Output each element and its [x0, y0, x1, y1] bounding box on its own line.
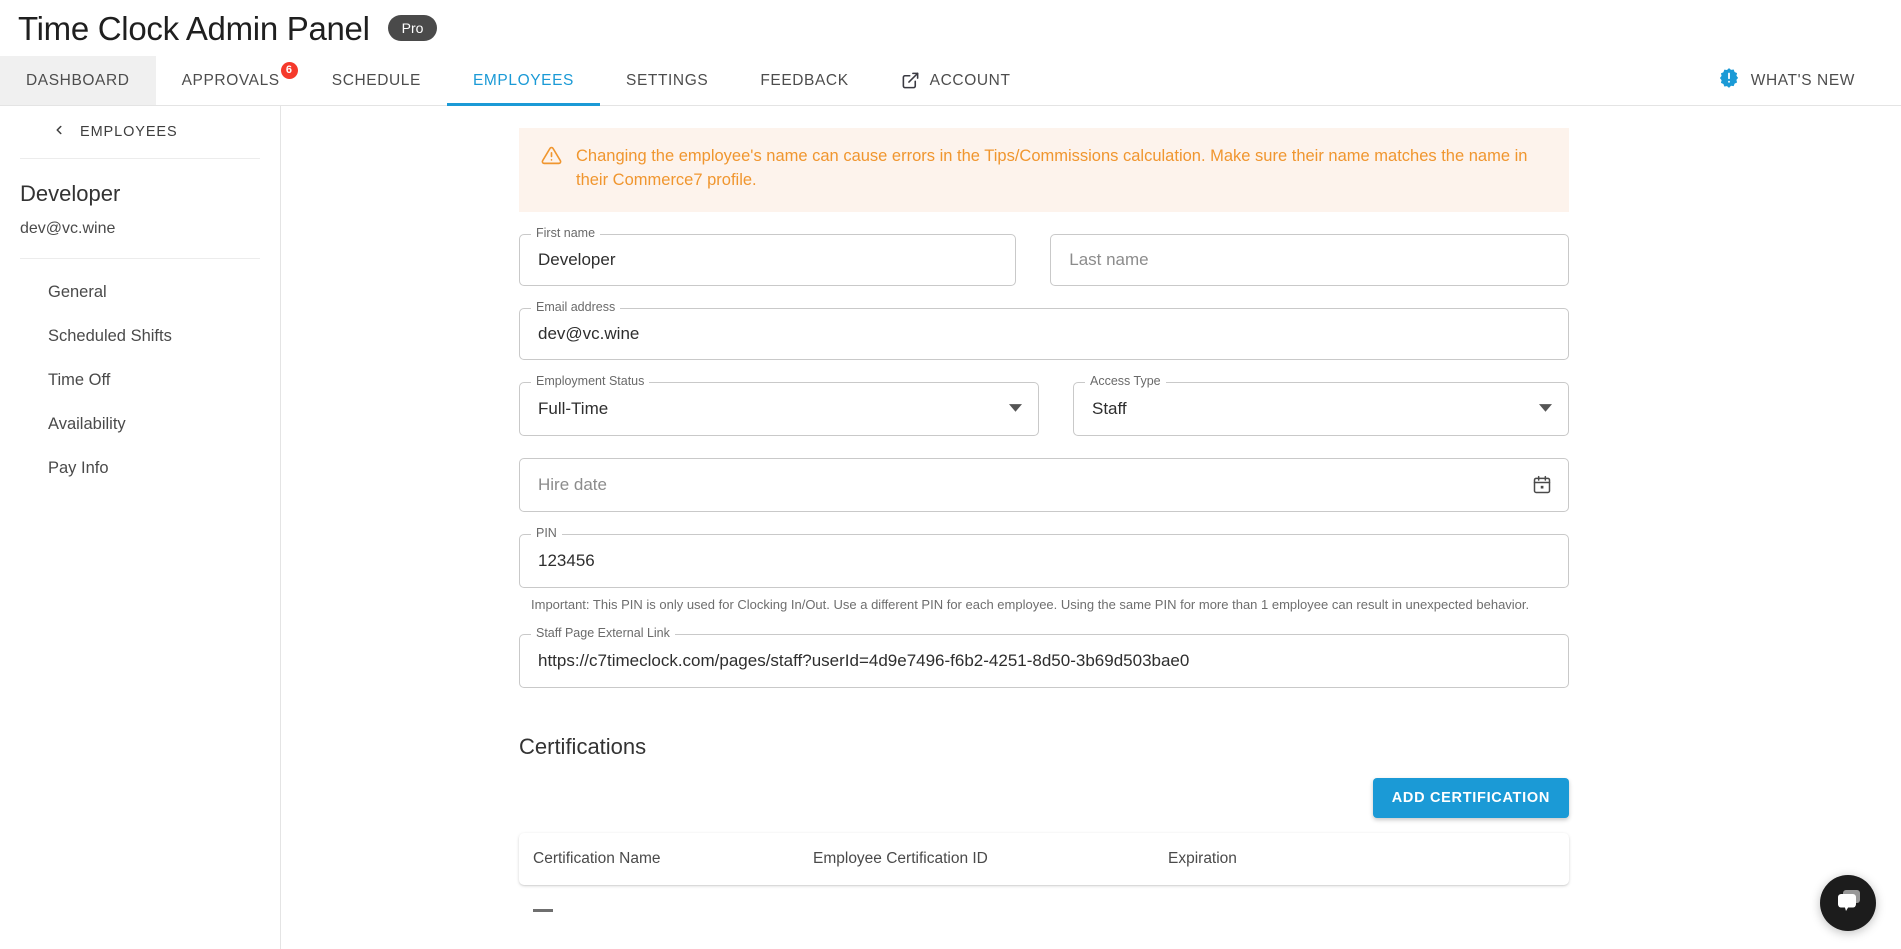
column-header-employee-certification-id: Employee Certification ID	[813, 849, 988, 867]
employment-status-select[interactable]: Employment Status Full-Time	[519, 375, 1039, 436]
sidebar-item-label: General	[48, 282, 107, 301]
sidebar-item-label: Time Off	[48, 370, 111, 389]
hire-date-row: Hire date	[519, 457, 1569, 512]
certifications-table: Certification Name Employee Certificatio…	[519, 832, 1569, 885]
table-header-row: Certification Name Employee Certificatio…	[519, 833, 1569, 885]
external-link-icon	[901, 71, 920, 90]
certifications-heading: Certifications	[519, 733, 647, 759]
tab-label: SCHEDULE	[331, 71, 421, 89]
back-to-employees-button[interactable]: EMPLOYEES	[0, 106, 280, 158]
warning-triangle-icon	[541, 145, 562, 171]
tab-settings[interactable]: SETTINGS	[600, 56, 734, 105]
chat-bubbles-icon	[1833, 887, 1863, 920]
staff-link-row: Staff Page External Link https://c7timec…	[519, 627, 1569, 688]
staff-link-label: Staff Page External Link	[531, 627, 675, 640]
announcement-badge-icon	[1718, 67, 1740, 94]
below-table-checkbox-partial[interactable]	[533, 908, 553, 912]
staff-link-value: https://c7timeclock.com/pages/staff?user…	[538, 650, 1190, 670]
employee-general-form: Changing the employee's name can cause e…	[519, 106, 1569, 912]
tab-approvals[interactable]: APPROVALS 6	[156, 56, 306, 105]
last-name-field[interactable]: Last name	[1050, 233, 1569, 286]
tab-account[interactable]: ACCOUNT	[875, 56, 1037, 105]
plan-badge: Pro	[387, 15, 438, 41]
staff-page-external-link-field[interactable]: Staff Page External Link https://c7timec…	[519, 627, 1569, 688]
pin-value: 123456	[538, 550, 595, 570]
tab-schedule[interactable]: SCHEDULE	[306, 56, 447, 105]
warning-text: Changing the employee's name can cause e…	[576, 147, 1528, 189]
sidebar-item-pay-info[interactable]: Pay Info	[0, 450, 280, 486]
name-change-warning-banner: Changing the employee's name can cause e…	[519, 128, 1569, 212]
access-type-value: Staff	[1092, 398, 1127, 418]
email-field[interactable]: Email address dev@vc.wine	[519, 301, 1569, 360]
pin-row: PIN 123456	[519, 527, 1569, 588]
main-content: Changing the employee's name can cause e…	[281, 106, 1901, 949]
email-value: dev@vc.wine	[538, 323, 640, 343]
access-type-select[interactable]: Access Type Staff	[1073, 375, 1569, 436]
employment-row: Employment Status Full-Time Access Type …	[519, 375, 1569, 436]
sidebar-item-availability[interactable]: Availability	[0, 406, 280, 442]
tab-label: DASHBOARD	[26, 71, 130, 89]
certifications-actions: ADD CERTIFICATION	[519, 777, 1569, 818]
employee-name: Developer	[20, 181, 121, 206]
chevron-down-icon[interactable]	[1009, 402, 1022, 415]
back-label: EMPLOYEES	[80, 124, 178, 140]
last-name-placeholder: Last name	[1069, 249, 1149, 269]
pin-field[interactable]: PIN 123456	[519, 527, 1569, 588]
sidebar-menu: General Scheduled Shifts Time Off Availa…	[0, 259, 280, 486]
name-row: First name Developer Last name	[519, 227, 1569, 286]
email-row: Email address dev@vc.wine	[519, 301, 1569, 360]
main-navigation-tabs: DASHBOARD APPROVALS 6 SCHEDULE EMPLOYEES…	[0, 56, 1901, 106]
chevron-left-icon	[52, 123, 66, 141]
tab-employees[interactable]: EMPLOYEES	[446, 56, 601, 106]
tab-dashboard[interactable]: DASHBOARD	[0, 56, 156, 105]
chevron-down-icon[interactable]	[1539, 402, 1552, 415]
email-label: Email address	[531, 301, 621, 314]
employee-email: dev@vc.wine	[20, 220, 116, 238]
first-name-value: Developer	[538, 249, 616, 269]
column-header-expiration: Expiration	[1168, 849, 1237, 867]
hire-date-placeholder: Hire date	[538, 474, 607, 494]
sidebar-item-general[interactable]: General	[0, 274, 280, 310]
sidebar-item-label: Scheduled Shifts	[48, 326, 172, 345]
employment-status-value: Full-Time	[538, 398, 609, 418]
employee-summary: Developer dev@vc.wine	[0, 159, 280, 258]
tab-label: FEEDBACK	[760, 71, 849, 89]
whats-new-button[interactable]: WHAT'S NEW	[1718, 56, 1879, 105]
pin-label: PIN	[531, 527, 562, 540]
app-header: Time Clock Admin Panel Pro	[0, 0, 1901, 56]
tab-label: ACCOUNT	[929, 71, 1011, 89]
chat-widget-button[interactable]	[1820, 875, 1876, 931]
tab-label: APPROVALS	[181, 71, 280, 89]
tab-label: SETTINGS	[626, 71, 709, 89]
employee-sidebar: EMPLOYEES Developer dev@vc.wine General …	[0, 106, 281, 949]
column-header-certification-name: Certification Name	[533, 849, 661, 867]
tab-label: EMPLOYEES	[472, 71, 574, 89]
sidebar-item-scheduled-shifts[interactable]: Scheduled Shifts	[0, 318, 280, 354]
access-type-label: Access Type	[1085, 375, 1166, 388]
page-title: Time Clock Admin Panel	[18, 9, 370, 47]
sidebar-item-time-off[interactable]: Time Off	[0, 362, 280, 398]
approvals-count-badge: 6	[280, 62, 298, 79]
whats-new-label: WHAT'S NEW	[1750, 71, 1855, 89]
sidebar-item-label: Availability	[48, 414, 126, 433]
tabbar-spacer	[1037, 56, 1718, 105]
pin-helper-text: Important: This PIN is only used for Clo…	[531, 596, 1530, 612]
tab-feedback[interactable]: FEEDBACK	[734, 56, 874, 105]
employment-status-label: Employment Status	[531, 375, 650, 388]
first-name-field[interactable]: First name Developer	[519, 227, 1017, 286]
sidebar-item-label: Pay Info	[48, 458, 109, 477]
hire-date-field[interactable]: Hire date	[519, 457, 1569, 512]
first-name-label: First name	[531, 227, 601, 240]
calendar-icon[interactable]	[1532, 475, 1552, 495]
add-certification-button[interactable]: ADD CERTIFICATION	[1372, 777, 1569, 818]
